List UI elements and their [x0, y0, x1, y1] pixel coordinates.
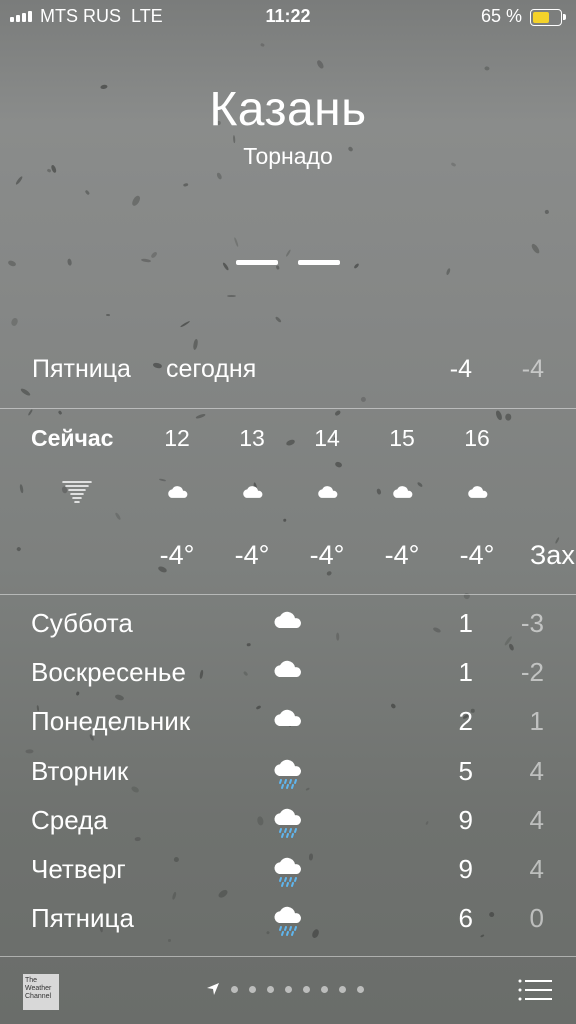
- daily-day: Вторник: [31, 755, 129, 786]
- weather-condition: Торнадо: [243, 143, 333, 169]
- daily-forecast-row: Воскресенье 1 -2: [0, 653, 576, 697]
- hourly-item: 13 -4°: [212, 410, 292, 594]
- cloud-icon: [461, 482, 495, 508]
- hourly-item-now: Сейчас: [31, 410, 114, 594]
- hourly-temp: -4°: [459, 540, 495, 570]
- battery-percent: 65 %: [480, 6, 522, 26]
- page-indicator[interactable]: [206, 982, 364, 996]
- daily-day: Четверг: [31, 854, 126, 884]
- daily-day: Пятница: [31, 903, 134, 934]
- cloud-icon: [236, 482, 270, 508]
- today-relative: сегодня: [166, 355, 257, 383]
- daily-low: 4: [529, 804, 544, 835]
- cloud-icon: [311, 482, 345, 508]
- daily-high: 5: [458, 755, 473, 786]
- daily-low: -2: [520, 657, 544, 688]
- daily-low: 0: [529, 903, 544, 934]
- page-dot[interactable]: [267, 985, 274, 993]
- cloud-icon: [270, 655, 306, 691]
- daily-forecast-row: Среда 9 4: [0, 801, 576, 845]
- daily-day: Среда: [31, 804, 108, 835]
- hourly-time: 15: [389, 425, 415, 451]
- page-dot[interactable]: [303, 985, 310, 993]
- page-dot[interactable]: [321, 985, 328, 993]
- today-low: -4: [521, 355, 544, 383]
- page-dot[interactable]: [339, 985, 346, 993]
- hourly-temp: Зах: [530, 540, 575, 570]
- daily-high: 1: [458, 608, 473, 638]
- hourly-time: Сейчас: [31, 425, 114, 451]
- city-name: Казань: [209, 83, 367, 136]
- page-dot[interactable]: [357, 985, 364, 993]
- daily-day: Понедельник: [31, 706, 191, 737]
- hourly-time: 12: [164, 425, 190, 451]
- location-arrow-icon: [207, 983, 219, 995]
- daily-forecast-row: Четверг 9 4: [0, 850, 576, 894]
- daily-high: 2: [458, 706, 473, 737]
- divider: [0, 408, 576, 409]
- daily-forecast-row: Вторник 5 4: [0, 752, 576, 796]
- cloud-icon: [270, 606, 306, 642]
- hourly-temp: -4°: [309, 540, 345, 570]
- status-bar: MTS RUS LTE 11:22 65 %: [0, 0, 576, 34]
- page-dot[interactable]: [285, 985, 292, 993]
- daily-low: 4: [529, 755, 544, 786]
- today-summary: Пятница сегодня -4 -4: [0, 355, 576, 391]
- daily-forecast-row: Пятница 6 0: [0, 899, 576, 943]
- daily-low: -3: [520, 608, 544, 638]
- hourly-item: Зах: [530, 410, 576, 594]
- hourly-time: 13: [239, 425, 265, 451]
- hourly-item: 16 -4°: [437, 410, 517, 594]
- hourly-item: 12 -4°: [137, 410, 217, 594]
- today-high: -4: [449, 355, 472, 383]
- daily-high: 1: [458, 657, 473, 688]
- divider: [0, 594, 576, 595]
- daily-day: Суббота: [31, 608, 133, 638]
- cloud-rain-icon: [270, 901, 306, 937]
- hourly-temp: -4°: [159, 540, 195, 570]
- daily-high: 9: [458, 854, 473, 884]
- hourly-time: 14: [314, 425, 340, 451]
- daily-forecast-row: Суббота 1 -3: [0, 604, 576, 648]
- hourly-temp: -4°: [234, 540, 270, 570]
- daily-high: 6: [458, 903, 473, 934]
- battery-icon: [530, 9, 566, 26]
- cloud-icon: [161, 482, 195, 508]
- hourly-item: 14 -4°: [287, 410, 367, 594]
- weather-channel-logo[interactable]: The Weather Channel: [23, 974, 59, 1010]
- page-dot[interactable]: [231, 985, 238, 993]
- current-temperature-unavailable: [236, 260, 340, 265]
- tornado-icon: [60, 480, 94, 506]
- cloud-rain-icon: [270, 803, 306, 839]
- cloud-rain-icon: [270, 852, 306, 888]
- hourly-temp: -4°: [384, 540, 420, 570]
- daily-high: 9: [458, 804, 473, 835]
- cloud-icon: [386, 482, 420, 508]
- hourly-forecast-scroller[interactable]: Сейчас 12 -4° 13 -4° 14 -4° 15 -4° 16 -4° Зах: [0, 410, 576, 594]
- today-day: Пятница: [32, 355, 131, 383]
- daily-low: 1: [529, 706, 544, 737]
- city-list-icon[interactable]: [518, 979, 552, 1001]
- daily-forecast-row: Понедельник 2 1: [0, 702, 576, 746]
- cloud-rain-icon: [270, 754, 306, 790]
- cloud-icon: [270, 704, 306, 740]
- daily-low: 4: [529, 854, 544, 884]
- daily-day: Воскресенье: [31, 657, 186, 688]
- page-dot[interactable]: [249, 985, 256, 993]
- hourly-item: 15 -4°: [362, 410, 442, 594]
- footer-toolbar: The Weather Channel: [0, 957, 576, 1024]
- hourly-time: 16: [464, 425, 490, 451]
